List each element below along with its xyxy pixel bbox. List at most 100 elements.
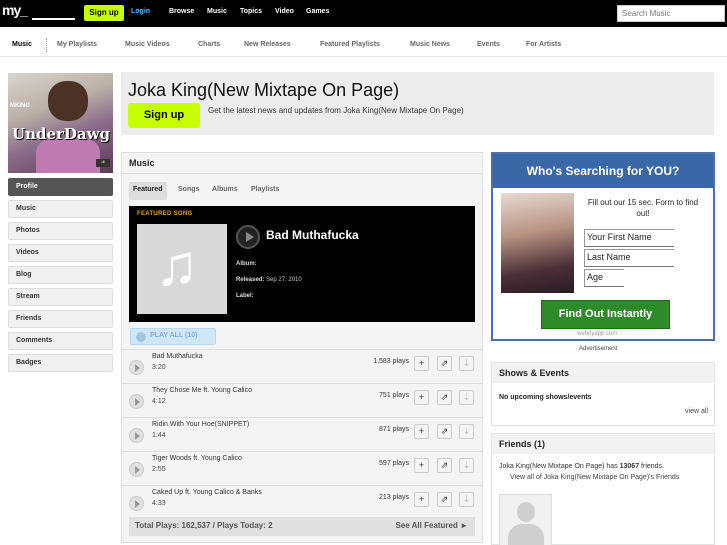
page-title: Joka King(New Mixtape On Page) xyxy=(128,80,400,100)
tab-songs[interactable]: Songs xyxy=(174,182,203,200)
subnav-music[interactable]: Music xyxy=(12,41,32,48)
nav-video[interactable]: Video xyxy=(275,8,294,15)
track-name[interactable]: They Chose Me ft. Young Calico xyxy=(152,387,252,394)
sidebar-item-badges[interactable]: Badges xyxy=(8,354,113,372)
track-play-button[interactable] xyxy=(129,360,144,375)
subnav-for-artists[interactable]: For Artists xyxy=(526,41,561,48)
friends-text-suffix: friends. xyxy=(641,463,665,470)
label-label: Label: xyxy=(236,293,254,299)
download-icon[interactable]: ⇣ xyxy=(459,390,474,405)
avatar[interactable] xyxy=(499,494,552,545)
share-icon[interactable]: ⇗ xyxy=(437,356,452,371)
track-play-button[interactable] xyxy=(129,394,144,409)
view-all-friends-link[interactable]: View all of Joka King(New Mixtape On Pag… xyxy=(510,474,679,481)
ad-last-name-field[interactable]: Last Name xyxy=(584,249,674,267)
album-label: Album: xyxy=(236,261,257,267)
featured-song-label: FEATURED SONG xyxy=(137,211,193,217)
subnav-charts[interactable]: Charts xyxy=(198,41,220,48)
sidebar-item-music[interactable]: Music xyxy=(8,200,113,218)
sidebar-item-videos[interactable]: Videos xyxy=(8,244,113,262)
tab-playlists[interactable]: Playlists xyxy=(247,182,283,200)
download-icon[interactable]: ⇣ xyxy=(459,492,474,507)
share-icon[interactable]: ⇗ xyxy=(437,424,452,439)
sidebar-item-photos[interactable]: Photos xyxy=(8,222,113,240)
total-plays: Total Plays: 162,537 / Plays Today: 2 xyxy=(135,521,273,530)
see-all-featured-link[interactable]: See All Featured ► xyxy=(395,521,468,530)
featured-label-row: Label: xyxy=(236,293,254,299)
artist-header: Joka King(New Mixtape On Page) Sign up G… xyxy=(121,72,714,135)
sidebar-item-comments[interactable]: Comments xyxy=(8,332,113,350)
track-duration: 2:55 xyxy=(152,466,166,473)
track-row: Tiger Woods ft. Young Calico 2:55 597 pl… xyxy=(122,451,482,485)
artist-face xyxy=(48,81,88,121)
featured-released: Released: Sep 27. 2010 xyxy=(236,277,302,283)
sidebar-item-friends[interactable]: Friends xyxy=(8,310,113,328)
track-play-button[interactable] xyxy=(129,428,144,443)
track-play-button[interactable] xyxy=(129,462,144,477)
track-name[interactable]: Tiger Woods ft. Young Calico xyxy=(152,455,242,462)
sidebar-item-profile[interactable]: Profile xyxy=(8,178,113,196)
play-all-button[interactable]: PLAY ALL (10) xyxy=(130,328,216,345)
ad-age-field[interactable]: Age xyxy=(584,269,624,287)
friends-title: Friends (1) xyxy=(492,434,714,454)
photo-sticker: dl xyxy=(96,159,110,167)
ad-banner[interactable]: Who's Searching for YOU? Fill out our 15… xyxy=(491,152,715,341)
subnav-events[interactable]: Events xyxy=(477,41,500,48)
ad-headline: Who's Searching for YOU? xyxy=(493,154,713,188)
track-plays: 597 plays xyxy=(379,460,409,467)
featured-play-button[interactable] xyxy=(236,225,260,249)
nav-browse[interactable]: Browse xyxy=(169,8,194,15)
shows-view-all-link[interactable]: view all xyxy=(685,408,708,415)
track-plays: 213 plays xyxy=(379,494,409,501)
featured-song-panel: FEATURED SONG ♫ Bad Muthafucka Album: Re… xyxy=(129,206,475,322)
login-link[interactable]: Login xyxy=(131,8,150,15)
add-icon[interactable]: + xyxy=(414,492,429,507)
music-stats-bar: Total Plays: 162,537 / Plays Today: 2 Se… xyxy=(129,517,475,536)
shows-empty-text: No upcoming shows/events xyxy=(499,394,592,401)
nav-games[interactable]: Games xyxy=(306,8,329,15)
track-row: Caked Up ft. Young Calico & Banks 4:33 2… xyxy=(122,485,482,519)
download-icon[interactable]: ⇣ xyxy=(459,424,474,439)
share-icon[interactable]: ⇗ xyxy=(437,458,452,473)
search-input[interactable]: Search Music xyxy=(617,5,725,22)
tab-featured[interactable]: Featured xyxy=(129,182,167,200)
tab-albums[interactable]: Albums xyxy=(208,182,242,200)
friends-count: 13067 xyxy=(619,463,640,470)
ad-first-name-field[interactable]: Your First Name xyxy=(584,229,674,247)
nav-topics[interactable]: Topics xyxy=(240,8,262,15)
signup-button[interactable]: Sign up xyxy=(84,5,124,21)
site-logo[interactable]: my_ xyxy=(2,2,76,22)
subnav-new-releases[interactable]: New Releases xyxy=(244,41,291,48)
shows-events-panel: Shows & Events No upcoming shows/events … xyxy=(491,362,715,426)
track-name[interactable]: Ridin With Your Hoe(SNIPPET) xyxy=(152,421,249,428)
profile-photo[interactable]: MKING UnderDawg dl xyxy=(8,73,113,173)
music-panel-divider xyxy=(122,173,482,174)
track-play-button[interactable] xyxy=(129,496,144,511)
share-icon[interactable]: ⇗ xyxy=(437,492,452,507)
friends-count-text: Joka King(New Mixtape On Page) has 13067… xyxy=(499,463,714,470)
share-icon[interactable]: ⇗ xyxy=(437,390,452,405)
track-duration: 3:20 xyxy=(152,364,166,371)
logo-text: my_ xyxy=(2,2,28,18)
track-name[interactable]: Caked Up ft. Young Calico & Banks xyxy=(152,489,262,496)
track-row: They Chose Me ft. Young Calico 4:12 751 … xyxy=(122,383,482,417)
sidebar-item-blog[interactable]: Blog xyxy=(8,266,113,284)
subnav-music-news[interactable]: Music News xyxy=(410,41,450,48)
nav-music[interactable]: Music xyxy=(207,8,227,15)
download-icon[interactable]: ⇣ xyxy=(459,356,474,371)
subnav-music-videos[interactable]: Music Videos xyxy=(125,41,170,48)
add-icon[interactable]: + xyxy=(414,424,429,439)
track-name[interactable]: Bad Muthafucka xyxy=(152,353,203,360)
track-plays: 1,583 plays xyxy=(373,358,409,365)
music-subnav: Music My Playlists Music Videos Charts N… xyxy=(0,33,727,57)
add-icon[interactable]: + xyxy=(414,458,429,473)
add-icon[interactable]: + xyxy=(414,356,429,371)
ad-submit-button[interactable]: Find Out Instantly xyxy=(541,300,670,329)
sidebar-item-stream[interactable]: Stream xyxy=(8,288,113,306)
featured-song-name: Bad Muthafucka xyxy=(266,228,359,242)
header-signup-button[interactable]: Sign up xyxy=(128,103,200,128)
add-icon[interactable]: + xyxy=(414,390,429,405)
subnav-featured-playlists[interactable]: Featured Playlists xyxy=(320,41,380,48)
subnav-my-playlists[interactable]: My Playlists xyxy=(57,41,97,48)
download-icon[interactable]: ⇣ xyxy=(459,458,474,473)
